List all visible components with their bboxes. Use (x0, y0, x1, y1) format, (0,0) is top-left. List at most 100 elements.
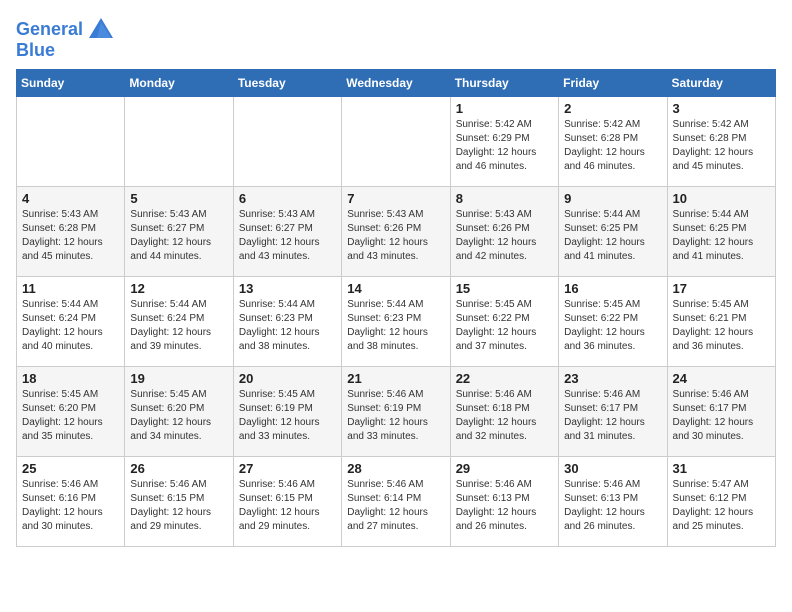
day-number: 5 (130, 191, 227, 206)
day-info: Sunrise: 5:46 AM Sunset: 6:13 PM Dayligh… (456, 478, 553, 534)
calendar-cell: 25Sunrise: 5:46 AM Sunset: 6:16 PM Dayli… (17, 457, 125, 547)
calendar-cell: 12 Sunrise: 5:44 AM Sunset: 6:24 PM Dayli… (125, 277, 233, 367)
weekday-header: Thursday (450, 70, 558, 97)
day-info: Sunrise: 5:44 AM Sunset: 6:23 PM Dayligh… (239, 298, 336, 354)
calendar-cell: 8Sunrise: 5:43 AM Sunset: 6:26 PM Daylig… (450, 187, 558, 277)
day-info: Sunrise: 5:46 AM Sunset: 6:13 PM Dayligh… (564, 478, 661, 534)
day-number: 1 (456, 101, 553, 116)
day-info: Sunrise: 5:46 AM Sunset: 6:15 PM Dayligh… (130, 478, 227, 534)
day-info: Sunrise: 5:44 AM Sunset: 6:25 PM Dayligh… (673, 208, 770, 264)
day-info: Sunrise: 5:44 AM Sunset: 6:24 PM Dayligh… (22, 298, 119, 354)
day-info: Sunrise: 5:43 AM Sunset: 6:27 PM Dayligh… (239, 208, 336, 264)
day-info: Sunrise: 5:46 AM Sunset: 6:16 PM Dayligh… (22, 478, 119, 534)
day-number: 19 (130, 371, 227, 386)
day-number: 3 (673, 101, 770, 116)
day-number: 6 (239, 191, 336, 206)
day-number: 4 (22, 191, 119, 206)
day-number: 17 (673, 281, 770, 296)
calendar-cell (17, 97, 125, 187)
calendar-cell: 13 Sunrise: 5:44 AM Sunset: 6:23 PM Dayli… (233, 277, 341, 367)
day-number: 27 (239, 461, 336, 476)
calendar-cell: 4 Sunrise: 5:43 AM Sunset: 6:28 PM Daylig… (17, 187, 125, 277)
logo: General Blue (16, 16, 115, 61)
calendar-cell: 15 Sunrise: 5:45 AM Sunset: 6:22 PM Dayli… (450, 277, 558, 367)
day-number: 14 (347, 281, 444, 296)
weekday-header: Tuesday (233, 70, 341, 97)
day-info: Sunrise: 5:43 AM Sunset: 6:26 PM Dayligh… (347, 208, 444, 264)
day-info: Sunrise: 5:44 AM Sunset: 6:25 PM Dayligh… (564, 208, 661, 264)
day-info: Sunrise: 5:45 AM Sunset: 6:20 PM Dayligh… (130, 388, 227, 444)
calendar-cell (125, 97, 233, 187)
calendar-cell: 6 Sunrise: 5:43 AM Sunset: 6:27 PM Daylig… (233, 187, 341, 277)
calendar-cell: 18 Sunrise: 5:45 AM Sunset: 6:20 PM Dayli… (17, 367, 125, 457)
day-info: Sunrise: 5:45 AM Sunset: 6:22 PM Dayligh… (564, 298, 661, 354)
calendar-week-row: 11 Sunrise: 5:44 AM Sunset: 6:24 PM Dayli… (17, 277, 776, 367)
weekday-header: Monday (125, 70, 233, 97)
day-info: Sunrise: 5:45 AM Sunset: 6:22 PM Dayligh… (456, 298, 553, 354)
weekday-header: Sunday (17, 70, 125, 97)
day-number: 18 (22, 371, 119, 386)
calendar-cell: 28 Sunrise: 5:46 AM Sunset: 6:14 PM Dayli… (342, 457, 450, 547)
day-info: Sunrise: 5:42 AM Sunset: 6:28 PM Dayligh… (673, 118, 770, 174)
day-number: 23 (564, 371, 661, 386)
calendar-cell: 31Sunrise: 5:47 AM Sunset: 6:12 PM Dayli… (667, 457, 775, 547)
calendar-cell: 1 Sunrise: 5:42 AM Sunset: 6:29 PM Daylig… (450, 97, 558, 187)
day-info: Sunrise: 5:46 AM Sunset: 6:17 PM Dayligh… (564, 388, 661, 444)
day-number: 15 (456, 281, 553, 296)
day-info: Sunrise: 5:43 AM Sunset: 6:28 PM Dayligh… (22, 208, 119, 264)
day-info: Sunrise: 5:45 AM Sunset: 6:21 PM Dayligh… (673, 298, 770, 354)
calendar-week-row: 25Sunrise: 5:46 AM Sunset: 6:16 PM Dayli… (17, 457, 776, 547)
calendar-cell: 19 Sunrise: 5:45 AM Sunset: 6:20 PM Dayli… (125, 367, 233, 457)
day-number: 12 (130, 281, 227, 296)
page-header: General Blue (16, 16, 776, 61)
day-info: Sunrise: 5:42 AM Sunset: 6:28 PM Dayligh… (564, 118, 661, 174)
calendar-cell: 11 Sunrise: 5:44 AM Sunset: 6:24 PM Dayli… (17, 277, 125, 367)
day-info: Sunrise: 5:44 AM Sunset: 6:24 PM Dayligh… (130, 298, 227, 354)
day-number: 22 (456, 371, 553, 386)
calendar-week-row: 18 Sunrise: 5:45 AM Sunset: 6:20 PM Dayli… (17, 367, 776, 457)
calendar-cell: 22 Sunrise: 5:46 AM Sunset: 6:18 PM Dayli… (450, 367, 558, 457)
day-info: Sunrise: 5:45 AM Sunset: 6:20 PM Dayligh… (22, 388, 119, 444)
day-number: 20 (239, 371, 336, 386)
calendar-cell: 29 Sunrise: 5:46 AM Sunset: 6:13 PM Dayli… (450, 457, 558, 547)
day-number: 26 (130, 461, 227, 476)
day-number: 13 (239, 281, 336, 296)
calendar-cell: 7Sunrise: 5:43 AM Sunset: 6:26 PM Daylig… (342, 187, 450, 277)
day-info: Sunrise: 5:45 AM Sunset: 6:19 PM Dayligh… (239, 388, 336, 444)
day-info: Sunrise: 5:46 AM Sunset: 6:18 PM Dayligh… (456, 388, 553, 444)
day-info: Sunrise: 5:42 AM Sunset: 6:29 PM Dayligh… (456, 118, 553, 174)
day-info: Sunrise: 5:44 AM Sunset: 6:23 PM Dayligh… (347, 298, 444, 354)
calendar-week-row: 4 Sunrise: 5:43 AM Sunset: 6:28 PM Daylig… (17, 187, 776, 277)
calendar-cell (342, 97, 450, 187)
day-info: Sunrise: 5:43 AM Sunset: 6:27 PM Dayligh… (130, 208, 227, 264)
calendar-table: SundayMondayTuesdayWednesdayThursdayFrid… (16, 69, 776, 547)
day-number: 11 (22, 281, 119, 296)
day-number: 30 (564, 461, 661, 476)
calendar-cell: 30 Sunrise: 5:46 AM Sunset: 6:13 PM Dayli… (559, 457, 667, 547)
calendar-cell: 14 Sunrise: 5:44 AM Sunset: 6:23 PM Dayli… (342, 277, 450, 367)
calendar-cell: 21Sunrise: 5:46 AM Sunset: 6:19 PM Dayli… (342, 367, 450, 457)
logo-text: General (16, 20, 83, 40)
calendar-cell: 26 Sunrise: 5:46 AM Sunset: 6:15 PM Dayli… (125, 457, 233, 547)
day-number: 21 (347, 371, 444, 386)
calendar-cell: 16Sunrise: 5:45 AM Sunset: 6:22 PM Dayli… (559, 277, 667, 367)
calendar-cell: 10 Sunrise: 5:44 AM Sunset: 6:25 PM Dayli… (667, 187, 775, 277)
calendar-cell: 23 Sunrise: 5:46 AM Sunset: 6:17 PM Dayli… (559, 367, 667, 457)
weekday-header: Wednesday (342, 70, 450, 97)
calendar-cell (233, 97, 341, 187)
day-number: 9 (564, 191, 661, 206)
calendar-cell: 9 Sunrise: 5:44 AM Sunset: 6:25 PM Daylig… (559, 187, 667, 277)
day-info: Sunrise: 5:46 AM Sunset: 6:14 PM Dayligh… (347, 478, 444, 534)
logo-icon (87, 16, 115, 44)
day-number: 29 (456, 461, 553, 476)
calendar-cell: 3 Sunrise: 5:42 AM Sunset: 6:28 PM Daylig… (667, 97, 775, 187)
calendar-week-row: 1 Sunrise: 5:42 AM Sunset: 6:29 PM Daylig… (17, 97, 776, 187)
day-info: Sunrise: 5:47 AM Sunset: 6:12 PM Dayligh… (673, 478, 770, 534)
day-info: Sunrise: 5:46 AM Sunset: 6:17 PM Dayligh… (673, 388, 770, 444)
calendar-header-row: SundayMondayTuesdayWednesdayThursdayFrid… (17, 70, 776, 97)
weekday-header: Friday (559, 70, 667, 97)
day-number: 10 (673, 191, 770, 206)
calendar-cell: 27 Sunrise: 5:46 AM Sunset: 6:15 PM Dayli… (233, 457, 341, 547)
day-number: 28 (347, 461, 444, 476)
day-info: Sunrise: 5:46 AM Sunset: 6:15 PM Dayligh… (239, 478, 336, 534)
